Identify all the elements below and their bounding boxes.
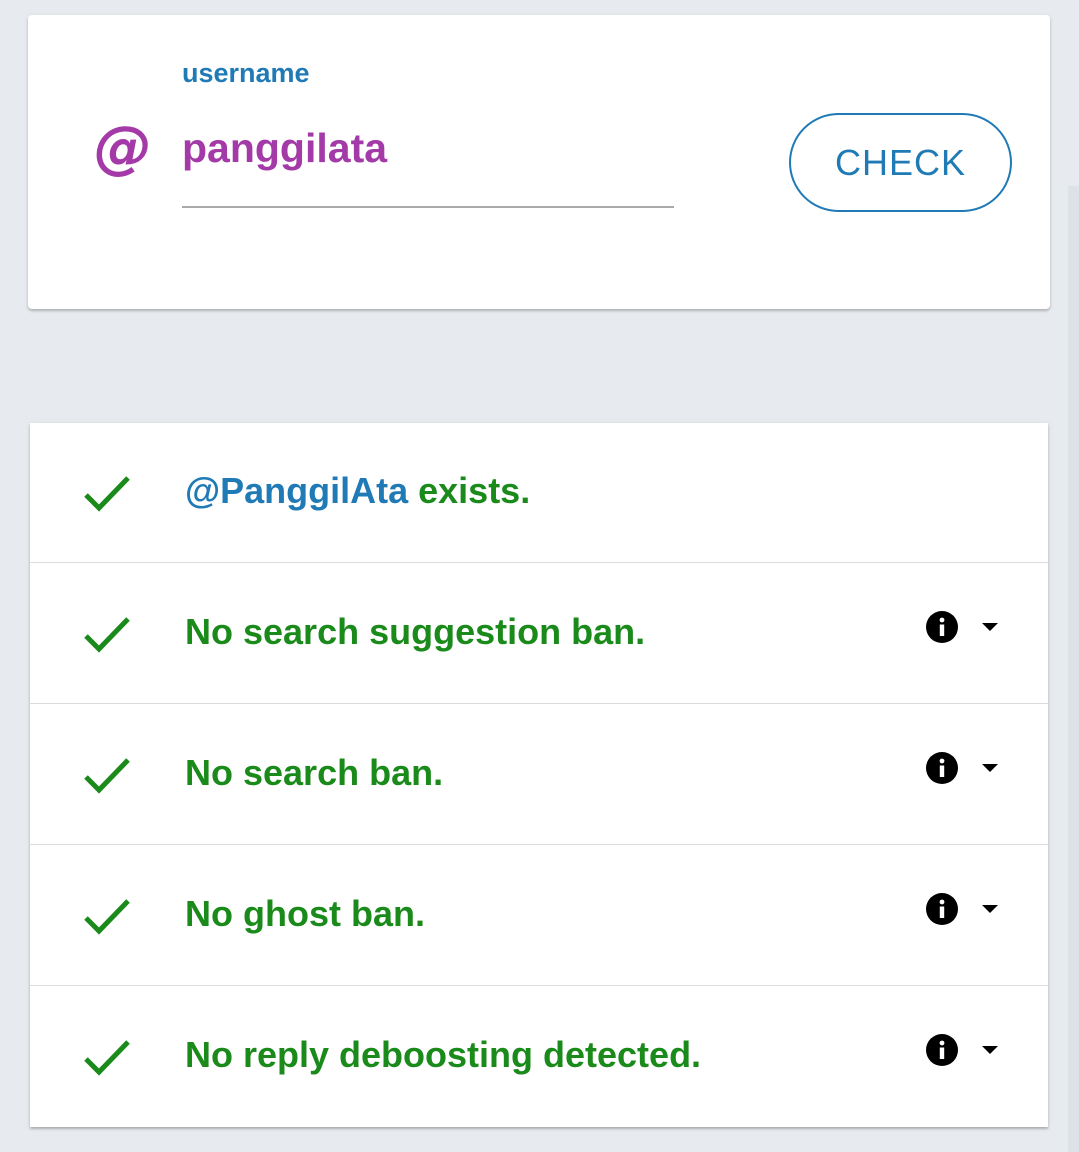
result-text: No ghost ban. — [185, 894, 425, 934]
info-icon[interactable] — [925, 892, 959, 926]
caret-down-icon[interactable] — [981, 621, 999, 633]
result-row: No reply deboosting detected. — [30, 987, 1048, 1127]
result-label: No search suggestion ban. — [185, 611, 646, 652]
result-text: @PanggilAta exists. — [185, 471, 530, 511]
check-icon — [84, 1040, 130, 1076]
caret-down-icon[interactable] — [981, 762, 999, 774]
result-label: No ghost ban. — [185, 893, 425, 934]
caret-down-icon[interactable] — [981, 903, 999, 915]
info-icon[interactable] — [925, 1033, 959, 1067]
result-label: No search ban. — [185, 752, 444, 793]
check-icon — [84, 617, 130, 653]
result-row: No search suggestion ban. — [30, 564, 1048, 704]
info-icon[interactable] — [925, 610, 959, 644]
result-row: @PanggilAta exists. — [30, 423, 1048, 563]
result-handle[interactable]: @PanggilAta — [185, 470, 408, 511]
result-text: No search suggestion ban. — [185, 612, 645, 652]
page-scroll-edge — [1068, 186, 1079, 1152]
result-text: No search ban. — [185, 753, 443, 793]
result-row: No search ban. — [30, 705, 1048, 845]
check-icon — [84, 476, 130, 512]
result-label: exists. — [408, 470, 531, 511]
at-symbol-icon: @ — [94, 113, 152, 181]
check-icon — [84, 899, 130, 935]
result-text: No reply deboosting detected. — [185, 1035, 701, 1075]
caret-down-icon[interactable] — [981, 1044, 999, 1056]
results-card: @PanggilAta exists. No search suggestion … — [30, 423, 1048, 1127]
check-icon — [84, 758, 130, 794]
username-label: username — [182, 58, 310, 88]
username-input[interactable]: panggilata — [182, 123, 674, 208]
result-label: No reply deboosting detected. — [185, 1034, 702, 1075]
info-icon[interactable] — [925, 751, 959, 785]
check-button[interactable]: CHECK — [789, 113, 1012, 212]
result-row: No ghost ban. — [30, 846, 1048, 986]
